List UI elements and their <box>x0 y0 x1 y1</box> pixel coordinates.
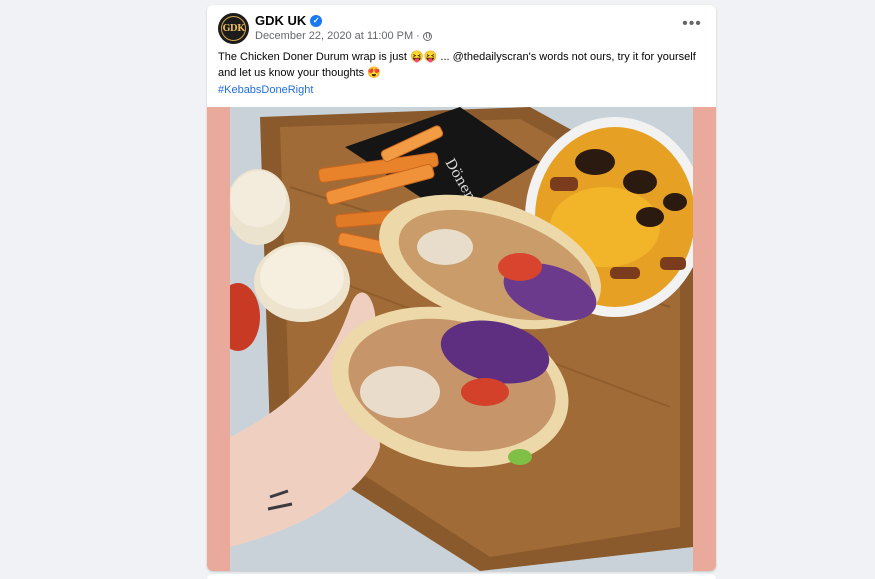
hashtag-link[interactable]: #KebabsDoneRight <box>218 84 313 96</box>
post-card: GDK GDK UK ✓ December 22, 2020 at 11:00 … <box>207 5 716 571</box>
post-header: GDK GDK UK ✓ December 22, 2020 at 11:00 … <box>207 5 716 47</box>
more-options-icon[interactable]: ••• <box>680 15 704 37</box>
verified-badge-icon: ✓ <box>310 14 323 27</box>
food-photo-illustration: Döner Kebab <box>230 107 693 571</box>
meta-separator: · <box>416 30 420 42</box>
page-name[interactable]: GDK UK <box>255 13 306 28</box>
avatar[interactable]: GDK <box>218 13 249 44</box>
next-post-card <box>207 574 716 579</box>
post-text: The Chicken Doner Durum wrap is just 😝😝 … <box>218 51 696 79</box>
avatar-logo: GDK <box>221 16 246 41</box>
post-meta: December 22, 2020 at 11:00 PM · <box>255 30 432 42</box>
post-timestamp[interactable]: December 22, 2020 at 11:00 PM <box>255 30 413 42</box>
globe-icon[interactable] <box>422 31 432 41</box>
post-photo[interactable]: Döner Kebab <box>230 107 693 571</box>
page-name-link[interactable]: GDK UK ✓ <box>255 13 323 28</box>
post-image-container[interactable]: Döner Kebab <box>207 107 716 571</box>
